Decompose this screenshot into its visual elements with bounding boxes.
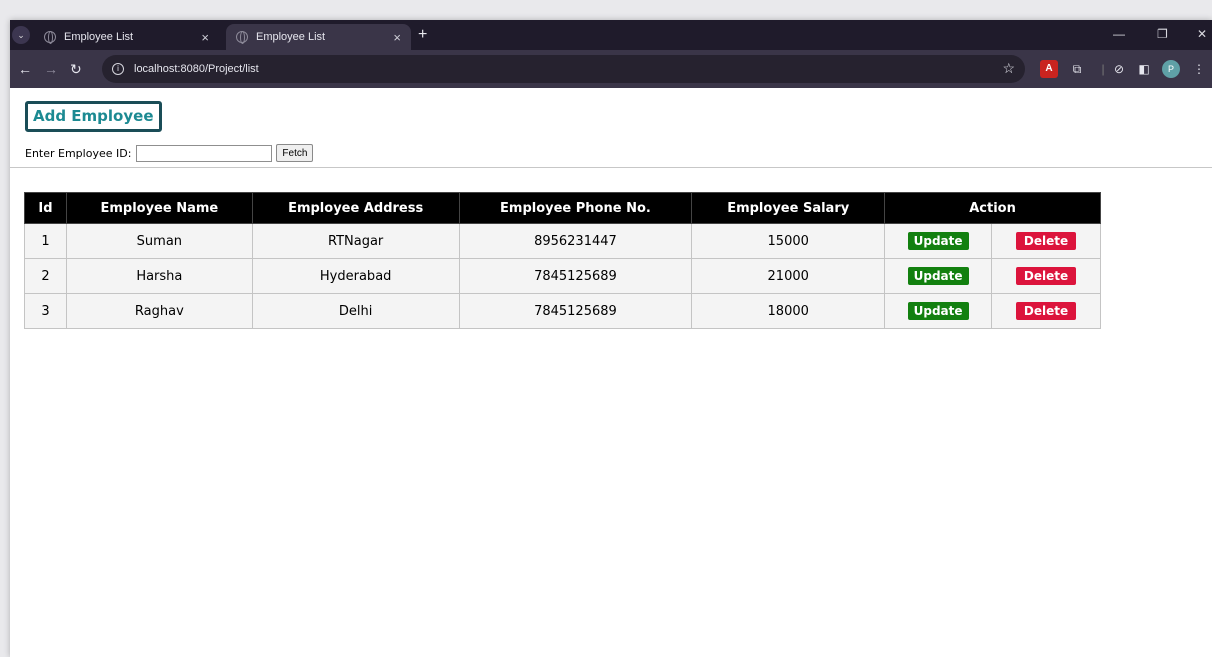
tab-strip: ⌄ Employee List × Employee List × + — ❐ … xyxy=(10,20,1212,50)
browser-window: ⌄ Employee List × Employee List × + — ❐ … xyxy=(10,20,1212,657)
update-button[interactable]: Update xyxy=(907,232,969,250)
header-id: Id xyxy=(24,192,67,224)
extensions-puzzle-icon[interactable]: ⧉ xyxy=(1068,60,1086,78)
minimize-icon[interactable]: — xyxy=(1113,27,1125,41)
sync-icon[interactable]: ⊘ xyxy=(1110,60,1128,78)
address-bar[interactable]: i localhost:8080/Project/list ☆ xyxy=(102,55,1025,83)
employee-id-label: Enter Employee ID: xyxy=(25,146,132,160)
pdf-extension-icon[interactable]: A xyxy=(1040,60,1058,78)
more-menu-icon[interactable]: ⋮ xyxy=(1190,60,1208,78)
header-salary: Employee Salary xyxy=(691,192,886,224)
side-panel-icon[interactable]: ◧ xyxy=(1135,60,1153,78)
url-text[interactable]: localhost:8080/Project/list xyxy=(134,63,259,75)
employee-table: Id Employee Name Employee Address Employ… xyxy=(24,192,1101,329)
tab-employee-list-2[interactable]: Employee List × xyxy=(226,24,411,50)
cell-name: Harsha xyxy=(65,258,253,294)
header-name: Employee Name xyxy=(65,192,253,224)
update-button[interactable]: Update xyxy=(907,302,969,320)
globe-icon xyxy=(44,31,56,44)
cell-update: Update xyxy=(884,223,993,259)
table-row: 1 Suman RTNagar 8956231447 15000 Update … xyxy=(24,223,1101,259)
tab-title: Employee List xyxy=(256,31,326,43)
table-row: 3 Raghav Delhi 7845125689 18000 Update D… xyxy=(24,293,1101,329)
cell-phone: 8956231447 xyxy=(458,223,693,259)
cell-name: Suman xyxy=(65,223,253,259)
cell-delete: Delete xyxy=(991,223,1101,259)
cell-address: Hyderabad xyxy=(251,258,460,294)
cell-salary: 18000 xyxy=(691,293,886,329)
cell-id: 2 xyxy=(24,258,67,294)
cell-delete: Delete xyxy=(991,293,1101,329)
page-content: Add Employee Enter Employee ID: Fetch Id… xyxy=(10,88,1212,657)
cell-phone: 7845125689 xyxy=(458,293,693,329)
profile-avatar-icon[interactable]: P xyxy=(1162,60,1180,78)
header-phone: Employee Phone No. xyxy=(458,192,693,224)
cell-address: Delhi xyxy=(251,293,460,329)
site-info-icon[interactable]: i xyxy=(112,63,124,75)
update-button[interactable]: Update xyxy=(907,267,969,285)
divider xyxy=(10,167,1212,168)
close-window-icon[interactable]: ✕ xyxy=(1197,27,1207,41)
table-header-row: Id Employee Name Employee Address Employ… xyxy=(24,192,1101,224)
cell-id: 1 xyxy=(24,223,67,259)
cell-update: Update xyxy=(884,293,993,329)
new-tab-button[interactable]: + xyxy=(418,26,427,44)
cell-name: Raghav xyxy=(65,293,253,329)
forward-arrow-icon[interactable]: → xyxy=(44,61,58,77)
cell-phone: 7845125689 xyxy=(458,258,693,294)
cell-id: 3 xyxy=(24,293,67,329)
fetch-button[interactable]: Fetch xyxy=(276,144,314,162)
cell-address: RTNagar xyxy=(251,223,460,259)
maximize-icon[interactable]: ❐ xyxy=(1157,27,1168,41)
employee-id-input[interactable] xyxy=(136,144,273,162)
globe-icon xyxy=(236,31,248,44)
delete-button[interactable]: Delete xyxy=(1015,302,1077,320)
header-action: Action xyxy=(884,192,1101,224)
fetch-form: Enter Employee ID: Fetch xyxy=(25,144,314,162)
cell-salary: 21000 xyxy=(691,258,886,294)
table-row: 2 Harsha Hyderabad 7845125689 21000 Upda… xyxy=(24,258,1101,294)
tab-menu-icon[interactable]: ⌄ xyxy=(12,26,30,44)
close-tab-icon[interactable]: × xyxy=(201,30,209,45)
header-address: Employee Address xyxy=(251,192,460,224)
delete-button[interactable]: Delete xyxy=(1015,232,1077,250)
tab-employee-list-1[interactable]: Employee List × xyxy=(34,24,219,50)
reload-icon[interactable]: ↻ xyxy=(70,61,82,78)
close-tab-icon[interactable]: × xyxy=(393,30,401,45)
delete-button[interactable]: Delete xyxy=(1015,267,1077,285)
cell-delete: Delete xyxy=(991,258,1101,294)
tab-title: Employee List xyxy=(64,31,134,43)
back-arrow-icon[interactable]: ← xyxy=(18,61,32,77)
cell-update: Update xyxy=(884,258,993,294)
bookmark-star-icon[interactable]: ☆ xyxy=(1002,60,1015,77)
add-employee-button[interactable]: Add Employee xyxy=(25,101,162,132)
cell-salary: 15000 xyxy=(691,223,886,259)
browser-toolbar: ← → ↻ i localhost:8080/Project/list ☆ A … xyxy=(10,50,1212,88)
